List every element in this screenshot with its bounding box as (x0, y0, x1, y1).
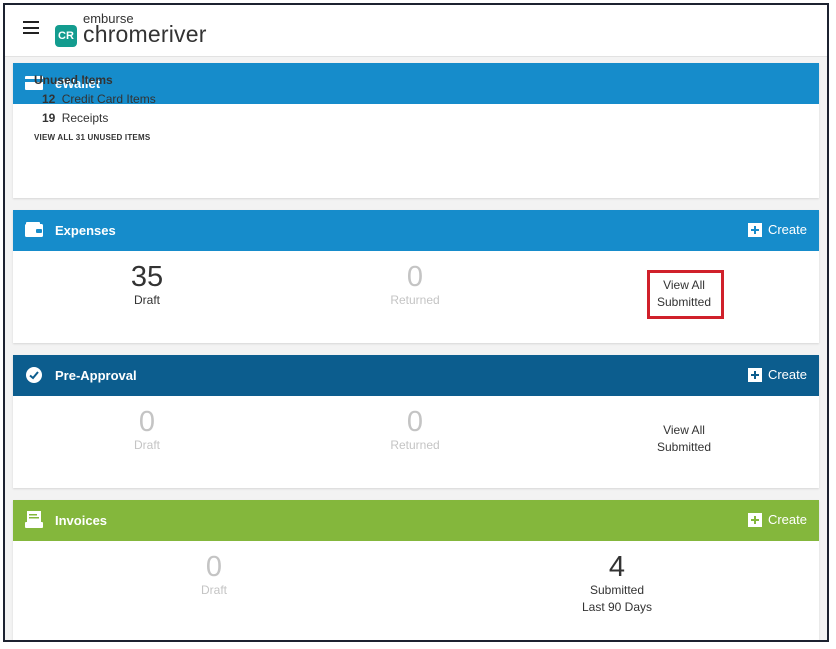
preapproval-title: Pre-Approval (55, 368, 137, 383)
expenses-draft-stat[interactable]: 35 Draft (47, 262, 247, 309)
hamburger-icon[interactable] (23, 21, 39, 34)
invoices-title: Invoices (55, 513, 108, 528)
preapproval-returned-stat[interactable]: 0 Returned (315, 407, 515, 454)
plus-square-icon (747, 512, 762, 527)
preapproval-view-all-submitted-link[interactable]: View All Submitted (584, 422, 784, 456)
credit-card-label: Credit Card Items (61, 92, 156, 106)
invoices-card: Invoices Create 0 Draft 4 Submitted Last… (13, 500, 819, 640)
expenses-header: Expenses Create (13, 210, 819, 251)
expenses-create-button[interactable]: Create (747, 222, 807, 237)
receipts-label: Receipts (61, 111, 109, 125)
preapproval-card: Pre-Approval Create 0 Draft 0 Returned V… (13, 355, 819, 488)
plus-square-icon (747, 367, 762, 382)
draft-count: 0 (138, 406, 156, 438)
app-frame: emburse CR chromeriver eWallet Unused It… (3, 3, 829, 642)
draft-count: 35 (130, 261, 164, 293)
create-label: Create (767, 367, 807, 382)
returned-label: Returned (390, 293, 440, 307)
create-label: Create (767, 512, 807, 527)
returned-label: Returned (390, 438, 440, 452)
preapproval-create-button[interactable]: Create (747, 367, 807, 382)
top-bar: emburse CR chromeriver (5, 5, 827, 57)
preapproval-header: Pre-Approval Create (13, 355, 819, 396)
check-badge-icon (26, 367, 42, 383)
brand-mark-icon: CR (55, 25, 77, 47)
submitted-text: Submitted (656, 440, 712, 454)
receipts-count: 19 (42, 111, 56, 125)
invoices-submitted-stat[interactable]: 4 Submitted Last 90 Days (517, 552, 717, 616)
view-all-text: View All (663, 423, 705, 437)
returned-count: 0 (406, 261, 424, 293)
wallet-icon (25, 222, 43, 237)
submitted-label: Submitted (589, 583, 645, 597)
invoices-header: Invoices Create (13, 500, 819, 541)
draft-label: Draft (133, 438, 160, 452)
expenses-title: Expenses (55, 223, 116, 238)
invoices-create-button[interactable]: Create (747, 512, 807, 527)
returned-count: 0 (406, 406, 424, 438)
create-label: Create (767, 222, 807, 237)
draft-label: Draft (200, 583, 227, 597)
ewallet-body: Unused Items 12 Credit Card Items 19 Rec… (34, 73, 156, 142)
expenses-card: Expenses Create 35 Draft 0 Returned View… (13, 210, 819, 343)
credit-card-count: 12 (42, 92, 56, 106)
brand-main-text: chromeriver (83, 21, 207, 47)
plus-square-icon (747, 222, 762, 237)
invoices-draft-stat[interactable]: 0 Draft (114, 552, 314, 599)
draft-label: Draft (133, 293, 160, 307)
expenses-returned-stat[interactable]: 0 Returned (315, 262, 515, 309)
draft-count: 0 (205, 551, 223, 583)
ewallet-card: eWallet Unused Items 12 Credit Card Item… (13, 63, 819, 198)
invoice-icon (25, 511, 43, 528)
submitted-period: Last 90 Days (581, 600, 653, 614)
view-all-unused-link[interactable]: VIEW ALL 31 UNUSED ITEMS (34, 133, 156, 142)
submitted-count: 4 (608, 551, 626, 583)
credit-card-items-row[interactable]: 12 Credit Card Items (42, 92, 156, 106)
unused-items-heading: Unused Items (34, 73, 113, 87)
preapproval-draft-stat[interactable]: 0 Draft (47, 407, 247, 454)
receipts-row[interactable]: 19 Receipts (42, 111, 156, 125)
highlight-box (647, 270, 724, 319)
